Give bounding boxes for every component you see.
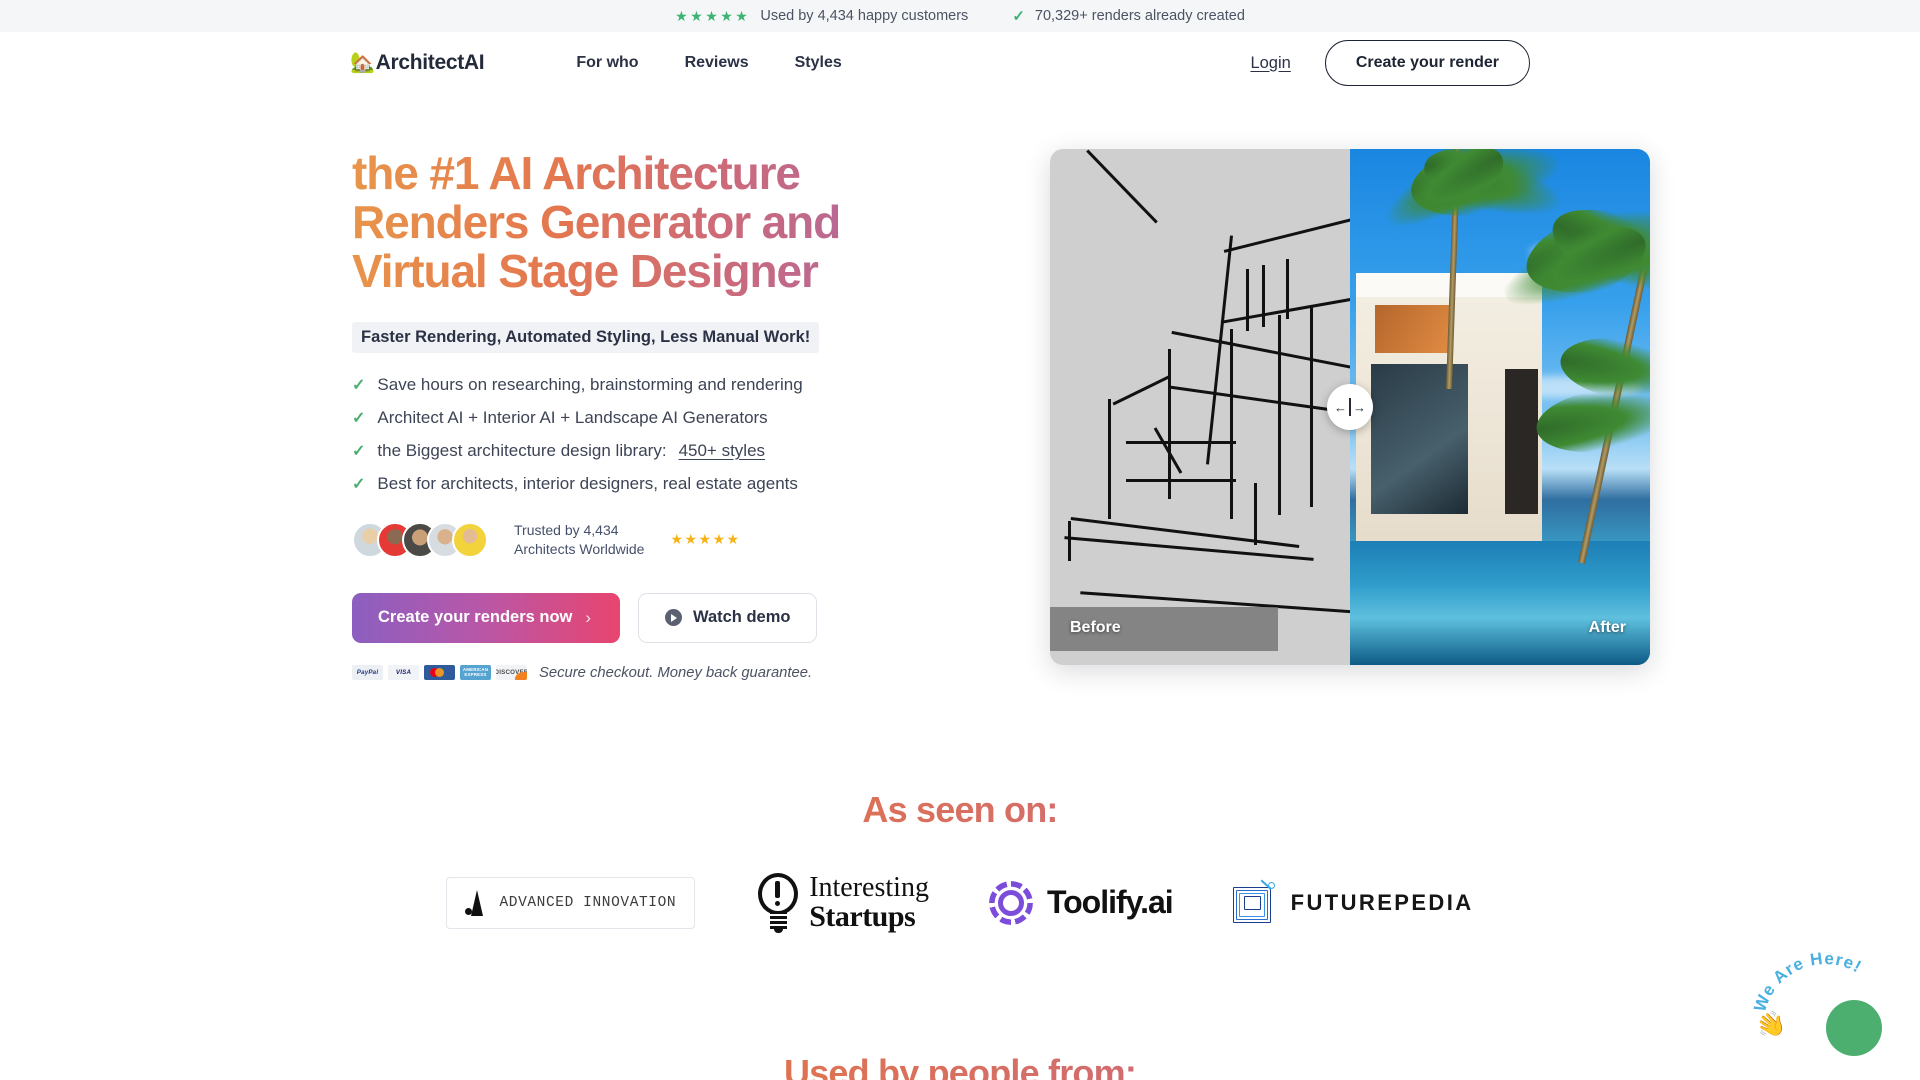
payment-icons: PayPal VISA AMERICAN EXPRESS DISCOVER <box>352 665 527 681</box>
logo-advanced-innovation: ADVANCED INNOVATION <box>446 876 696 929</box>
discover-icon: DISCOVER <box>496 665 527 681</box>
landing-page: ★★★★★ Used by 4,434 happy customers ✓ 70… <box>0 0 1920 1080</box>
amex-icon: AMERICAN EXPRESS <box>460 665 491 681</box>
slider-handle[interactable]: ← → <box>1327 384 1373 430</box>
play-icon <box>665 609 682 627</box>
nav-item-for-who[interactable]: For who <box>576 54 638 72</box>
as-seen-on-title: As seen on: <box>0 789 1920 831</box>
logo-text: ArchitectAI <box>375 51 485 74</box>
after-image: After <box>1350 149 1650 665</box>
create-render-button[interactable]: Create your render <box>1324 40 1530 86</box>
list-item: ✓ Architect AI + Interior AI + Landscape… <box>352 408 952 428</box>
avatar-group <box>352 521 488 558</box>
lightbulb-icon <box>755 872 801 933</box>
hero-section: the #1 AI Architecture Renders Generator… <box>0 94 1920 681</box>
used-by-title: Used by people from: <box>0 1052 1920 1080</box>
hero-cta-group: Create your renders now › Watch demo <box>352 592 952 643</box>
list-item: ✓ Best for architects, interior designer… <box>352 474 952 494</box>
list-item: ✓ the Biggest architecture design librar… <box>352 441 952 461</box>
futurepedia-text: FUTUREPEDIA <box>1290 889 1474 915</box>
toolify-sun-icon <box>988 880 1033 925</box>
futurepedia-frame-icon <box>1232 879 1277 925</box>
startups-label: Startups <box>809 899 916 933</box>
visa-icon: VISA <box>388 665 419 681</box>
watch-demo-label: Watch demo <box>693 608 791 627</box>
pool-shape <box>1350 541 1650 665</box>
page-title: the #1 AI Architecture Renders Generator… <box>352 149 952 296</box>
hero-copy: the #1 AI Architecture Renders Generator… <box>352 149 952 681</box>
advanced-innovation-text: ADVANCED INNOVATION <box>499 894 677 911</box>
benefit-text: Save hours on researching, brainstorming… <box>377 374 803 394</box>
press-logos: ADVANCED INNOVATION Interesting Startups… <box>0 872 1920 933</box>
mastercard-icon <box>424 665 455 681</box>
arrow-right-icon: → <box>1353 399 1366 415</box>
check-icon: ✓ <box>352 409 366 427</box>
list-item: ✓ Save hours on researching, brainstormi… <box>352 375 952 395</box>
nav-item-styles[interactable]: Styles <box>795 54 842 72</box>
trust-line-2: Architects Worldwide <box>514 540 645 557</box>
toolify-text: Toolify.ai <box>1046 884 1174 921</box>
advanced-innovation-icon <box>465 889 485 916</box>
announcement-bar: ★★★★★ Used by 4,434 happy customers ✓ 70… <box>0 0 1920 32</box>
avatar <box>452 521 488 558</box>
check-icon: ✓ <box>352 376 366 394</box>
interesting-startups-text: Interesting Startups <box>809 872 929 933</box>
secure-checkout-row: PayPal VISA AMERICAN EXPRESS DISCOVER Se… <box>352 665 952 681</box>
paypal-icon: PayPal <box>352 665 383 681</box>
logo-futurepedia: FUTUREPEDIA <box>1232 879 1474 925</box>
chevron-right-icon: › <box>585 607 592 627</box>
benefit-text: Best for architects, interior designers,… <box>377 473 798 493</box>
trust-text: Trusted by 4,434 Architects Worldwide <box>514 521 644 559</box>
arrow-left-icon: ← <box>1334 399 1347 415</box>
create-renders-now-label: Create your renders now <box>378 608 573 627</box>
benefit-text: the Biggest architecture design library: <box>377 440 667 460</box>
check-icon: ✓ <box>352 442 366 460</box>
interesting-label: Interesting <box>809 872 929 904</box>
nav-item-reviews[interactable]: Reviews <box>685 54 749 72</box>
renders-label: 70,329+ renders already created <box>1034 8 1245 24</box>
create-renders-now-button[interactable]: Create your renders now › <box>352 592 620 643</box>
before-after-slider[interactable]: Before After ← → <box>1050 149 1650 665</box>
after-label: After <box>1588 619 1626 636</box>
trust-stars: ★★★★★ <box>670 531 741 548</box>
logo-interesting-startups: Interesting Startups <box>755 872 929 933</box>
before-label: Before <box>1070 619 1121 636</box>
social-proof: Trusted by 4,434 Architects Worldwide ★★… <box>352 521 952 559</box>
trust-line-1: Trusted by 4,434 <box>514 521 619 538</box>
customers-label: Used by 4,434 happy customers <box>760 8 969 24</box>
hero-media: Before After ← → <box>1050 149 1650 681</box>
site-header: 🏡 ArchitectAI For who Reviews Styles Log… <box>0 32 1920 94</box>
benefit-text: Architect AI + Interior AI + Landscape A… <box>377 407 768 427</box>
check-icon: ✓ <box>352 475 366 493</box>
rating-stars: ★★★★★ <box>675 7 751 24</box>
styles-library-link[interactable]: 450+ styles <box>679 441 765 461</box>
house-with-garden-icon: 🏡 <box>350 52 375 74</box>
check-icon: ✓ <box>1012 8 1025 25</box>
benefits-list: ✓ Save hours on researching, brainstormi… <box>352 375 952 494</box>
renders-stat: ✓ 70,329+ renders already created <box>1012 7 1245 25</box>
chat-widget: We Are Here! 👋 <box>1749 947 1890 1062</box>
header-actions: Login Create your render <box>1250 32 1530 94</box>
customers-stat: ★★★★★ Used by 4,434 happy customers <box>675 8 968 25</box>
main-nav: For who Reviews Styles <box>576 54 841 72</box>
secure-checkout-text: Secure checkout. Money back guarantee. <box>539 664 813 681</box>
login-link[interactable]: Login <box>1250 54 1290 73</box>
logo-toolify: Toolify.ai <box>988 880 1174 925</box>
before-image: Before <box>1050 149 1350 665</box>
hero-subheadline: Faster Rendering, Automated Styling, Les… <box>352 321 820 353</box>
watch-demo-button[interactable]: Watch demo <box>638 592 818 643</box>
chat-bubble-button[interactable] <box>1826 1000 1882 1056</box>
logo[interactable]: 🏡 ArchitectAI <box>350 51 485 75</box>
